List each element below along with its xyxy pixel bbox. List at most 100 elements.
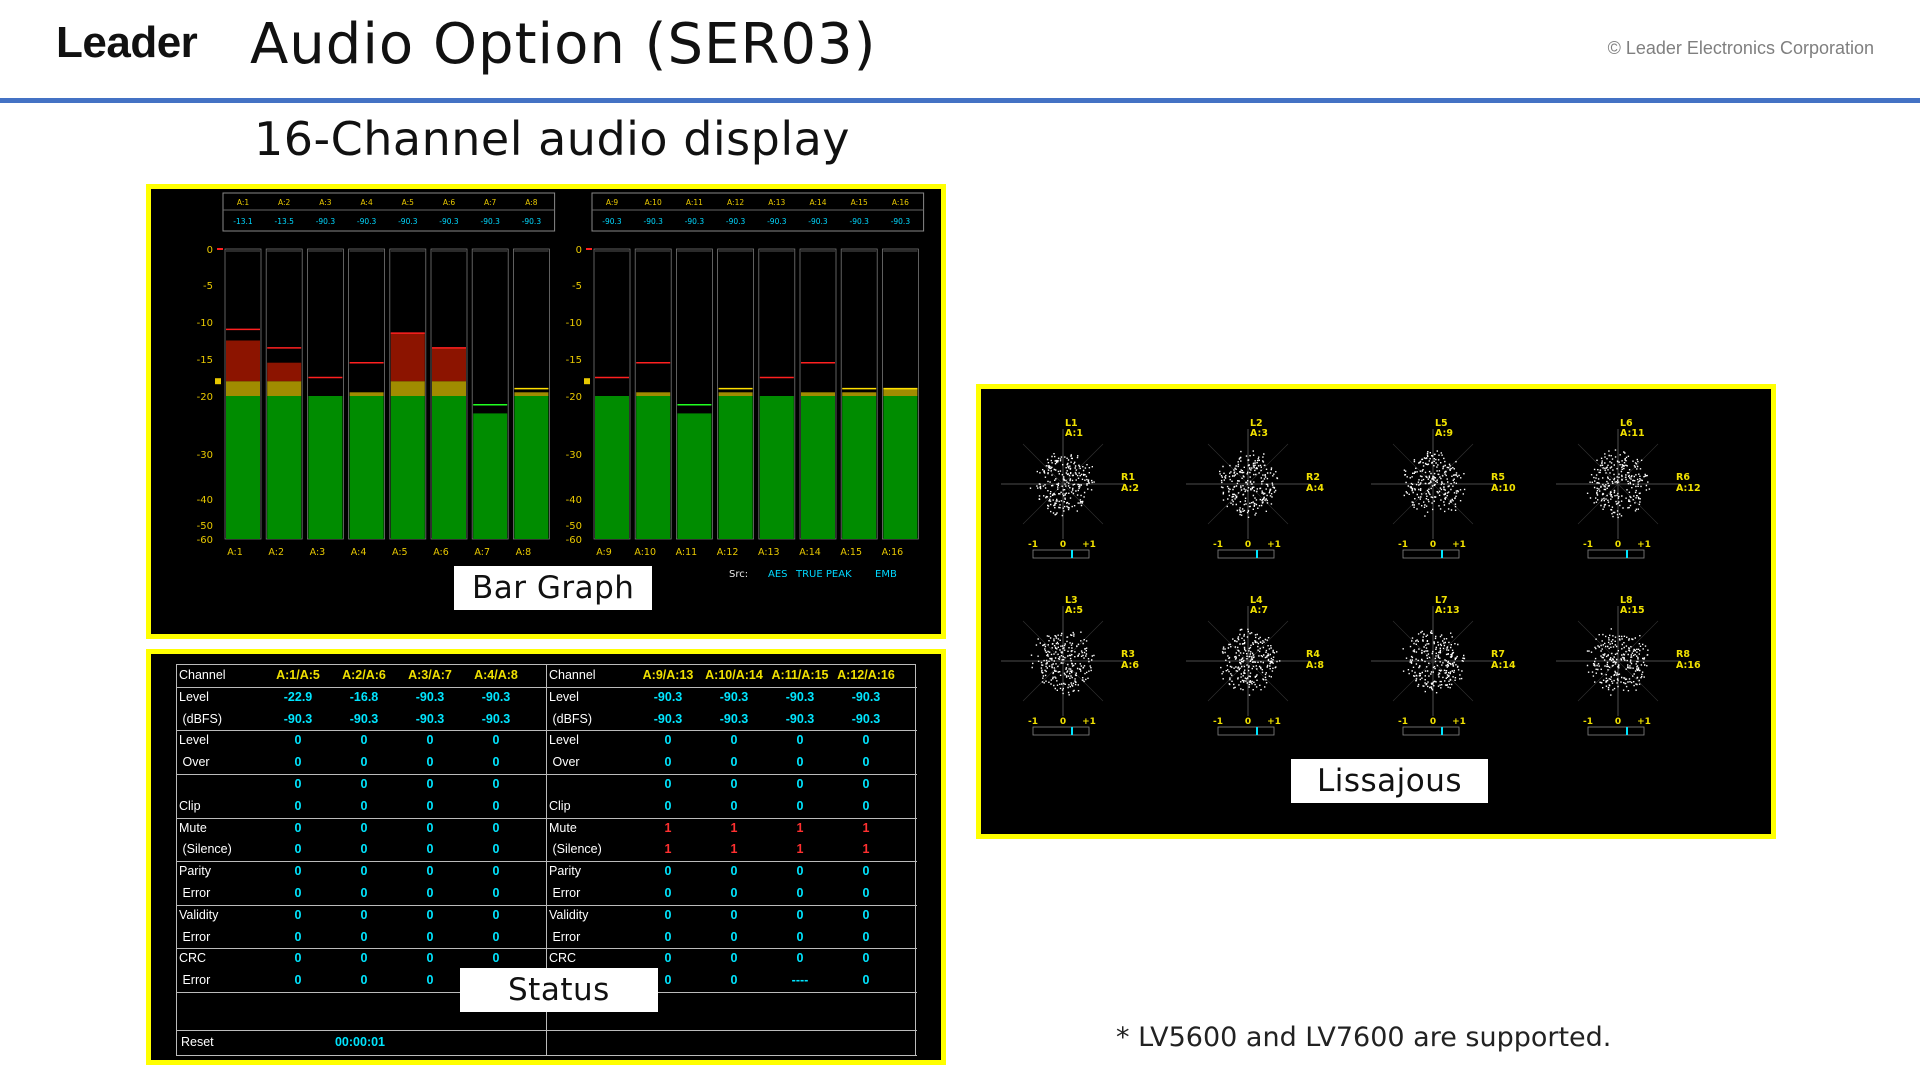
status-value: 0 (426, 733, 434, 748)
channel-bottom-label: A:4 (351, 547, 367, 558)
status-row: CRC 0 0 0 0 (177, 948, 547, 970)
lissajous-plot: L5A:9R5A:10-1 0 +1 (1371, 418, 1516, 559)
status-row-label: Parity (549, 864, 581, 879)
status-divider (177, 1030, 547, 1031)
lissajous-right-channel: A:12 (1676, 483, 1701, 494)
status-row: Over 0 0 0 0 (177, 752, 547, 774)
status-divider (547, 1055, 917, 1056)
channel-readout: -90.3 (891, 217, 911, 226)
correlation-scale-label: -1 (1213, 717, 1223, 727)
channel-readout: -90.3 (643, 217, 663, 226)
lissajous-right-channel: A:4 (1306, 483, 1324, 494)
meter-bar-green (636, 396, 671, 539)
status-value: 0 (796, 951, 804, 966)
status-row-label: Error (179, 886, 211, 900)
meter-bar-yellow (267, 381, 302, 396)
scale-tick-label: -5 (572, 281, 582, 292)
status-value: 0 (426, 842, 434, 857)
status-value: 0 (492, 755, 500, 770)
status-row-label: Level (179, 733, 209, 748)
status-value: 0 (360, 864, 368, 879)
status-header-cell: A:11/A:15 (771, 668, 829, 682)
status-value: 0 (862, 929, 870, 944)
correlation-scale-label: +1 (1637, 540, 1651, 550)
header-divider (0, 98, 1920, 103)
status-value: 0 (294, 907, 302, 922)
status-value: 0 (492, 951, 500, 966)
scale-tick-label: -40 (566, 495, 582, 506)
meter-bar-green (801, 396, 835, 539)
meter-bar-green (514, 396, 549, 539)
status-value: 0 (426, 951, 434, 966)
status-header-cell: A:12/A:16 (837, 668, 895, 682)
lissajous-right-label: R3 (1121, 649, 1135, 660)
status-value: 0 (360, 886, 368, 900)
status-value: 0 (664, 951, 672, 966)
status-value: 0 (862, 907, 870, 922)
correlation-indicator (1256, 727, 1258, 735)
correlation-scale-label: 0 (1615, 717, 1621, 727)
lissajous-trace (1220, 628, 1281, 696)
meter-bar-green (595, 396, 629, 539)
status-row: 0 0 0 0 (177, 774, 547, 796)
channel-bottom-label: A:6 (433, 547, 449, 558)
status-row-label: Over (549, 755, 580, 770)
status-value: 0 (360, 951, 368, 966)
scale-tick-label: 0 (207, 245, 213, 256)
status-value: 0 (730, 755, 738, 770)
status-row-label: (dBFS) (549, 711, 593, 726)
correlation-scale-label: 0 (1615, 540, 1621, 550)
lissajous-left-channel: A:11 (1620, 428, 1645, 439)
status-value: 0 (294, 929, 302, 944)
status-row: Error 0 0 0 0 (547, 883, 917, 905)
status-value: 1 (730, 842, 738, 857)
status-header-cell: A:1/A:5 (276, 668, 320, 682)
reset-elapsed-time: 00:00:01 (334, 1035, 386, 1049)
status-value: 0 (664, 886, 672, 900)
status-row: (Silence) 1 1 1 1 (547, 839, 917, 861)
lissajous-right-channel: A:14 (1491, 660, 1516, 671)
status-value: 0 (796, 886, 804, 900)
lissajous-callout: Lissajous (1291, 759, 1489, 803)
meter-bar-green (349, 396, 384, 539)
status-row-label: Error (179, 973, 211, 988)
status-value: 0 (360, 755, 368, 770)
lissajous-left-channel: A:13 (1435, 605, 1460, 616)
source-value: AES (768, 569, 788, 580)
status-value: -90.3 (481, 689, 511, 704)
status-value: 0 (730, 733, 738, 748)
status-value: 0 (426, 864, 434, 879)
lissajous-plot: L6A:11R6A:12-1 0 +1 (1556, 418, 1701, 559)
status-value: 0 (492, 820, 500, 835)
status-value: -90.3 (851, 711, 881, 726)
status-row-label: Clip (549, 798, 571, 813)
status-value: 0 (664, 798, 672, 813)
status-value: 0 (664, 864, 672, 879)
lissajous-left-channel: A:5 (1065, 605, 1083, 616)
lissajous-plot: L3A:5R3A:6-1 0 +1 (1001, 595, 1139, 736)
correlation-scale-label: -1 (1398, 717, 1408, 727)
status-value: 0 (664, 755, 672, 770)
status-value: 0 (426, 820, 434, 835)
status-value: 0 (294, 777, 302, 791)
channel-header-label: A:12 (727, 198, 744, 207)
status-row-label: Error (549, 929, 581, 944)
status-value: 0 (664, 777, 672, 791)
meter-bar-green (759, 396, 794, 539)
correlation-indicator (1071, 727, 1073, 735)
status-value: 0 (796, 929, 804, 944)
lissajous-left-channel: A:15 (1620, 605, 1645, 616)
input-mode: EMB (875, 569, 897, 580)
correlation-meter (1032, 549, 1090, 559)
status-row: Mute 0 0 0 0 (177, 818, 547, 840)
status-value: 0 (360, 733, 368, 748)
channel-bottom-label: A:1 (227, 547, 243, 558)
channel-readout: -90.3 (398, 217, 418, 226)
status-value: 0 (730, 973, 738, 988)
status-value: 0 (796, 864, 804, 879)
status-value: 0 (294, 798, 302, 813)
meter-bar-red (226, 340, 260, 382)
status-row-label: Over (179, 755, 210, 770)
status-row-label: Level (549, 689, 579, 704)
status-row: Parity 0 0 0 0 (177, 861, 547, 883)
